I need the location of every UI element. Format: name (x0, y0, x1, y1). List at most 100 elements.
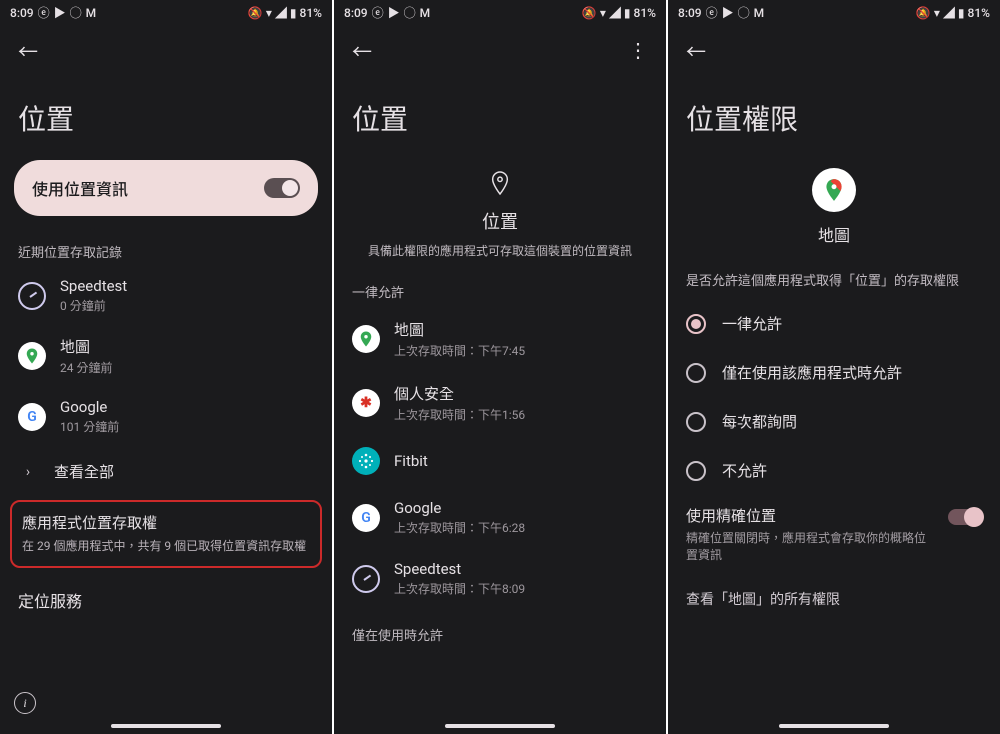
page-title: 位置權限 (668, 74, 1000, 160)
app-row-google[interactable]: G Google 上次存取時間：下午6:28 (334, 487, 666, 548)
status-app-icon: ▶ (722, 7, 734, 19)
top-bar: ← (668, 26, 1000, 74)
recent-app-google[interactable]: G Google 101 分鐘前 (0, 390, 332, 449)
nav-pill[interactable] (111, 724, 221, 728)
dnd-icon: 🔕 (248, 7, 263, 19)
battery-icon: ▮ (290, 7, 297, 19)
precise-location-switch[interactable] (948, 509, 982, 525)
status-app-icon: ◯ (738, 7, 750, 19)
back-button[interactable]: ← (680, 34, 712, 66)
status-app-icon: ⓔ (372, 7, 384, 19)
status-battery: 81% (968, 6, 990, 20)
status-battery: 81% (300, 6, 322, 20)
app-sub: 0 分鐘前 (60, 297, 127, 314)
location-pin-icon (356, 170, 644, 202)
top-bar: ← (0, 26, 332, 74)
status-app-icon: ▶ (388, 7, 400, 19)
speedtest-icon (352, 565, 380, 593)
signal-icon: ◢ (275, 7, 287, 19)
info-icon[interactable]: i (14, 692, 36, 714)
precise-location-row[interactable]: 使用精確位置 精確位置關閉時，應用程式會存取你的概略位置資訊 (668, 495, 1000, 571)
precise-title: 使用精確位置 (686, 505, 936, 526)
screenshot-1: 8:09 ⓔ ▶ ◯ M 🔕 ▾ ◢ ▮ 81% ← 位置 使用位置資訊 近期位… (0, 0, 332, 734)
location-services-item[interactable]: 定位服務 (0, 574, 332, 626)
wifi-icon: ▾ (266, 7, 272, 19)
app-row-maps[interactable]: 地圖 上次存取時間：下午7:45 (334, 307, 666, 371)
wifi-icon: ▾ (934, 7, 940, 19)
perm-sub: 在 29 個應用程式中，共有 9 個已取得位置資訊存取權 (22, 537, 310, 554)
use-location-toggle-row[interactable]: 使用位置資訊 (14, 160, 318, 216)
status-time: 8:09 (10, 6, 34, 20)
status-app-icon: ◯ (70, 7, 82, 19)
maps-app-icon (812, 168, 856, 212)
speedtest-icon (18, 282, 46, 310)
maps-icon (352, 325, 380, 353)
recent-app-maps[interactable]: 地圖 24 分鐘前 (0, 328, 332, 390)
radio-icon (686, 461, 706, 481)
signal-icon: ◢ (943, 7, 955, 19)
app-name: Speedtest (60, 277, 127, 295)
app-name: Fitbit (394, 452, 428, 470)
nav-pill[interactable] (445, 724, 555, 728)
app-location-permission-item[interactable]: 應用程式位置存取權 在 29 個應用程式中，共有 9 個已取得位置資訊存取權 (10, 500, 322, 568)
battery-icon: ▮ (958, 7, 965, 19)
app-name: 地圖 (394, 319, 525, 340)
status-time: 8:09 (678, 6, 702, 20)
app-row-safety[interactable]: ✱ 個人安全 上次存取時間：下午1:56 (334, 371, 666, 435)
status-time: 8:09 (344, 6, 368, 20)
nav-pill[interactable] (779, 724, 889, 728)
app-name: 地圖 (60, 336, 112, 357)
app-sub: 101 分鐘前 (60, 418, 119, 435)
app-name: Google (60, 398, 119, 416)
status-app-icon: M (754, 7, 765, 19)
app-sub: 上次存取時間：下午8:09 (394, 580, 525, 597)
permission-prompt: 是否允許這個應用程式取得「位置」的存取權限 (668, 264, 1000, 299)
app-sub: 24 分鐘前 (60, 359, 112, 376)
status-battery: 81% (634, 6, 656, 20)
status-bar: 8:09 ⓔ ▶ ◯ M 🔕 ▾ ◢ ▮ 81% (0, 0, 332, 26)
app-name: Google (394, 499, 525, 517)
page-title: 位置 (334, 74, 666, 160)
radio-always-allow[interactable]: 一律允許 (668, 299, 1000, 348)
permission-heading: 位置 (356, 208, 644, 234)
google-icon: G (352, 504, 380, 532)
page-title: 位置 (0, 74, 332, 160)
see-all-permissions[interactable]: 查看「地圖」的所有權限 (668, 571, 1000, 627)
status-bar: 8:09 ⓔ ▶ ◯ M 🔕 ▾ ◢ ▮ 81% (668, 0, 1000, 26)
permission-header: 位置 具備此權限的應用程式可存取這個裝置的位置資訊 (334, 160, 666, 266)
app-sub: 上次存取時間：下午1:56 (394, 406, 525, 423)
see-all-row[interactable]: › 查看全部 (0, 449, 332, 496)
recent-app-speedtest[interactable]: Speedtest 0 分鐘前 (0, 269, 332, 328)
status-app-icon: M (420, 7, 431, 19)
app-name: Speedtest (394, 560, 525, 578)
radio-selected-icon (686, 314, 706, 334)
radio-deny[interactable]: 不允許 (668, 446, 1000, 495)
back-button[interactable]: ← (346, 34, 378, 66)
app-row-speedtest[interactable]: Speedtest 上次存取時間：下午8:09 (334, 548, 666, 609)
dnd-icon: 🔕 (582, 7, 597, 19)
wifi-icon: ▾ (600, 7, 606, 19)
radio-while-using[interactable]: 僅在使用該應用程式時允許 (668, 348, 1000, 397)
status-bar: 8:09 ⓔ ▶ ◯ M 🔕 ▾ ◢ ▮ 81% (334, 0, 666, 26)
maps-icon (18, 342, 46, 370)
radio-label: 僅在使用該應用程式時允許 (722, 362, 902, 383)
top-bar: ← ⋮ (334, 26, 666, 74)
recent-access-label: 近期位置存取記錄 (0, 232, 332, 269)
back-button[interactable]: ← (12, 34, 44, 66)
status-app-icon: M (86, 7, 97, 19)
signal-icon: ◢ (609, 7, 621, 19)
battery-icon: ▮ (624, 7, 631, 19)
radio-ask-every-time[interactable]: 每次都詢問 (668, 397, 1000, 446)
app-name: 個人安全 (394, 383, 525, 404)
permission-desc: 具備此權限的應用程式可存取這個裝置的位置資訊 (356, 242, 644, 260)
use-location-label: 使用位置資訊 (32, 176, 128, 200)
safety-icon: ✱ (352, 389, 380, 417)
category-in-use: 僅在使用時允許 (334, 609, 666, 650)
app-sub: 上次存取時間：下午7:45 (394, 342, 525, 359)
more-button[interactable]: ⋮ (622, 34, 654, 66)
use-location-switch[interactable] (264, 178, 300, 198)
screenshot-3: 8:09 ⓔ ▶ ◯ M 🔕 ▾ ◢ ▮ 81% ← 位置權限 地圖 是否允許這… (668, 0, 1000, 734)
radio-label: 每次都詢問 (722, 411, 797, 432)
app-row-fitbit[interactable]: Fitbit (334, 435, 666, 487)
app-name: 地圖 (668, 222, 1000, 246)
